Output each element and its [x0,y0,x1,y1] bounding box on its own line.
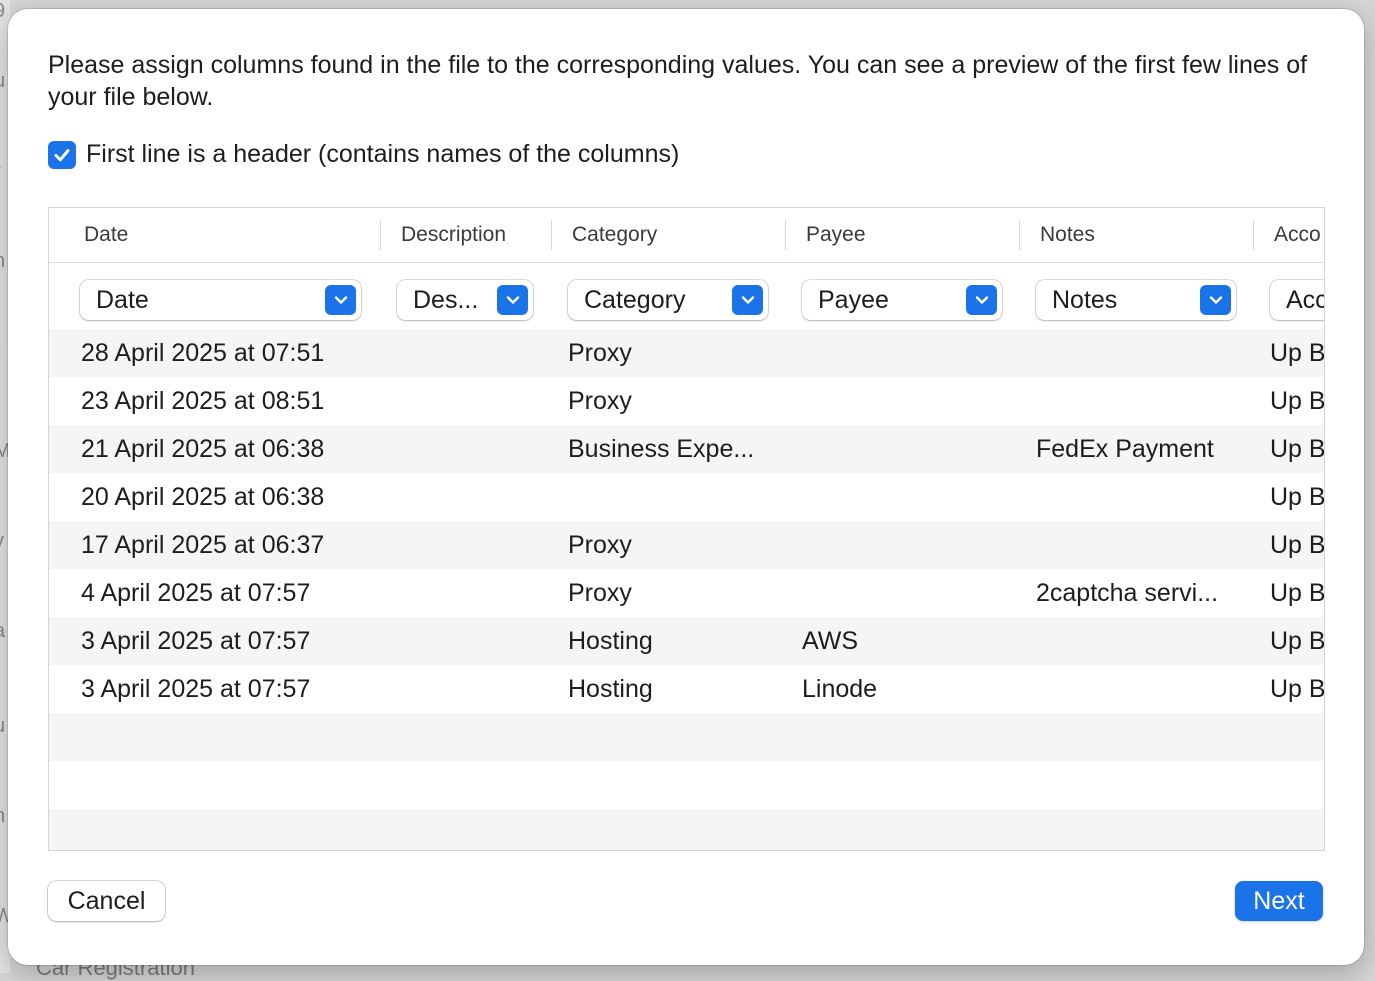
empty-table-row [49,761,1324,809]
next-button[interactable]: Next [1235,881,1323,921]
cell-payee: AWS [802,627,859,655]
column-divider[interactable] [785,220,786,250]
cell-date: 21 April 2025 at 06:38 [81,435,325,463]
table-row: 21 April 2025 at 06:38 Business Expe... … [49,425,1325,473]
cell-category: Proxy [568,387,632,415]
cell-payee: Linode [802,675,878,703]
notes-mapping-value: Notes [1052,286,1118,314]
background-text-fragment: u [0,70,5,93]
cell-category: Business Expe... [568,435,755,463]
cell-date: 28 April 2025 at 07:51 [81,339,325,367]
cell-account: Up B [1270,387,1325,415]
cell-notes: FedEx Payment [1036,435,1214,463]
table-row: 17 April 2025 at 06:37 Proxy Up B [49,521,1325,569]
notes-mapping-select[interactable]: Notes [1036,280,1236,320]
column-divider[interactable] [1253,220,1254,250]
chevron-down-icon [497,285,528,315]
file-preview-table[interactable]: Date Description Category Payee Notes Ac… [48,207,1325,851]
table-header-row: Date Description Category Payee Notes Ac… [49,208,1324,263]
cell-category: Proxy [568,579,632,607]
column-divider[interactable] [380,220,381,250]
cell-account: Up B [1270,435,1325,463]
background-text-fragment: a [0,620,5,643]
cell-account: Up B [1270,675,1325,703]
checkmark-icon [54,148,70,161]
date-mapping-select[interactable]: Date [80,280,361,320]
cell-account: Up B [1270,483,1325,511]
cell-category: Proxy [568,339,632,367]
background-text-fragment: u [0,715,5,738]
cell-date: 17 April 2025 at 06:37 [81,531,325,559]
first-line-header-option[interactable]: First line is a header (contains names o… [48,140,679,169]
empty-table-row [49,809,1324,850]
column-header-payee[interactable]: Payee [806,208,866,262]
table-row: 20 April 2025 at 06:38 Up B [49,473,1325,521]
first-line-header-checkbox[interactable] [48,140,76,169]
cell-account: Up B [1270,579,1325,607]
account-mapping-value: Acc [1286,286,1325,314]
cancel-button[interactable]: Cancel [48,881,165,921]
background-text-fragment: r [0,345,1,368]
column-header-description[interactable]: Description [401,208,506,262]
cell-category: Hosting [568,627,653,655]
column-divider[interactable] [551,220,552,250]
instructions-text: Please assign columns found in the file … [48,51,1308,111]
category-mapping-select[interactable]: Category [568,280,768,320]
cell-date: 23 April 2025 at 08:51 [81,387,325,415]
background-text-fragment: n [0,805,5,828]
cell-account: Up B [1270,627,1325,655]
cell-account: Up B [1270,339,1325,367]
cell-date: 20 April 2025 at 06:38 [81,483,325,511]
date-mapping-value: Date [96,286,149,314]
background-text-fragment: v [0,530,4,553]
cell-category: Hosting [568,675,653,703]
cell-notes: 2captcha servi... [1036,579,1219,607]
column-divider[interactable] [1019,220,1020,250]
background-text-fragment: r [0,160,1,183]
first-line-header-label: First line is a header (contains names o… [86,140,680,168]
cell-date: 4 April 2025 at 07:57 [81,579,311,607]
table-row: 4 April 2025 at 07:57 Proxy 2captcha ser… [49,569,1325,617]
cell-date: 3 April 2025 at 07:57 [81,675,311,703]
background-text-fragment: n [0,250,5,273]
column-header-date[interactable]: Date [84,208,128,262]
description-mapping-select[interactable]: Des... [397,280,533,320]
preview-rows: 28 April 2025 at 07:51 Proxy Up B 23 Apr… [49,329,1325,850]
empty-table-row [49,713,1324,761]
cell-category: Proxy [568,531,632,559]
column-mapping-row: Date Des... Category Payee Notes Acc [49,263,1325,329]
chevron-down-icon [1200,285,1231,315]
chevron-down-icon [325,285,356,315]
table-row: 3 April 2025 at 07:57 Hosting AWS Up B [49,617,1325,665]
chevron-down-icon [732,285,763,315]
table-row: 3 April 2025 at 07:57 Hosting Linode Up … [49,665,1325,713]
cell-date: 3 April 2025 at 07:57 [81,627,311,655]
chevron-down-icon [966,285,997,315]
background-text-fragment: 9 [0,0,5,23]
column-header-notes[interactable]: Notes [1040,208,1095,262]
column-header-category[interactable]: Category [572,208,657,262]
cell-account: Up B [1270,531,1325,559]
description-mapping-value: Des... [413,286,479,314]
column-header-account[interactable]: Acco [1274,208,1321,262]
category-mapping-value: Category [584,286,686,314]
payee-mapping-select[interactable]: Payee [802,280,1002,320]
import-column-mapping-dialog: Please assign columns found in the file … [8,9,1364,965]
payee-mapping-value: Payee [818,286,889,314]
account-mapping-select[interactable]: Acc [1270,280,1325,320]
table-row: 28 April 2025 at 07:51 Proxy Up B [49,329,1325,377]
table-row: 23 April 2025 at 08:51 Proxy Up B [49,377,1325,425]
